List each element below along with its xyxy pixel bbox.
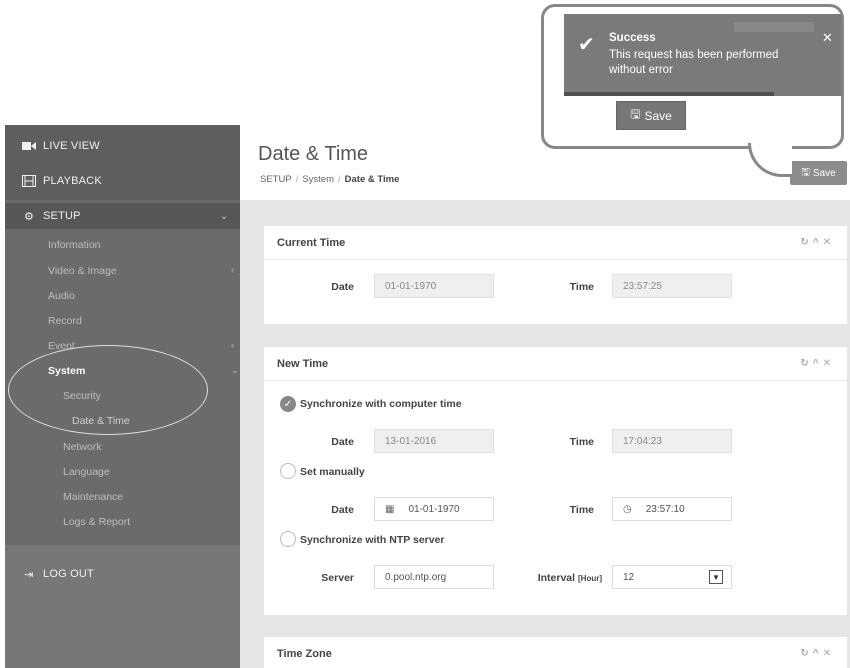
date-label: Date xyxy=(331,281,354,293)
close-icon[interactable]: ✕ xyxy=(822,30,833,46)
chevron-down-icon: ▼ xyxy=(709,570,723,584)
nav-setup[interactable]: ⚙ SETUP ⌄ xyxy=(5,203,240,229)
floppy-disk-icon: 🖫 xyxy=(801,166,810,178)
date-label: Date xyxy=(331,504,354,516)
panel-tools: ↻^✕ xyxy=(800,648,835,659)
toast-progress-bar xyxy=(564,92,774,96)
page-title: Date & Time xyxy=(258,143,369,165)
chevron-down-icon: ⌄ xyxy=(231,365,239,375)
chevron-left-icon: ‹ xyxy=(231,265,234,275)
sync-ntp-label: Synchronize with NTP server xyxy=(300,534,445,546)
breadcrumb-setup[interactable]: SETUP xyxy=(260,174,292,185)
main-content: Date & Time SETUP / System / Date & Time 🖫 S… xyxy=(240,125,850,668)
refresh-icon[interactable]: ↻ xyxy=(800,648,812,659)
collapse-icon[interactable]: ^ xyxy=(813,237,823,248)
panel-title: Current Time xyxy=(277,236,346,249)
chevron-left-icon: ‹ xyxy=(231,340,234,350)
breadcrumb-current: Date & Time xyxy=(344,174,400,185)
manual-date-input[interactable]: ▦ 01-01-1970 xyxy=(374,497,494,521)
collapse-icon[interactable]: ^ xyxy=(813,358,823,369)
sidebar-item-audio[interactable]: Audio xyxy=(48,290,75,302)
panel-header: Current Time ↻^✕ xyxy=(264,226,847,260)
checkmark-icon: ✔ xyxy=(578,34,595,56)
collapse-icon[interactable]: ^ xyxy=(813,648,823,659)
sidebar-item-maintenance[interactable]: Maintenance xyxy=(63,491,123,503)
nav-playback-label: PLAYBACK xyxy=(43,175,102,187)
ntp-server-input[interactable]: 0.pool.ntp.org xyxy=(374,565,494,589)
sidebar-item-information[interactable]: Information xyxy=(48,239,101,251)
toast-title: Success xyxy=(609,32,656,44)
refresh-icon[interactable]: ↻ xyxy=(800,358,812,369)
interval-select[interactable]: 12 ▼ xyxy=(612,565,732,589)
panel-header: New Time ↻^✕ xyxy=(264,347,847,381)
panel-header: Time Zone ↻^✕ xyxy=(264,637,847,668)
success-toast: ✔ Success This request has been performe… xyxy=(564,14,842,96)
chevron-down-icon: ⌄ xyxy=(220,210,228,221)
breadcrumb: SETUP / System / Date & Time xyxy=(260,174,400,185)
callout-save-button[interactable]: 🖫 Save xyxy=(616,101,686,130)
time-zone-panel: Time Zone ↻^✕ xyxy=(264,637,847,668)
floppy-disk-icon: 🖫 xyxy=(630,107,641,121)
nav-live-view[interactable]: LIVE VIEW xyxy=(5,133,240,159)
sidebar-item-record[interactable]: Record xyxy=(48,315,82,327)
time-label: Time xyxy=(569,281,594,293)
panel-tools: ↻^✕ xyxy=(800,358,835,369)
sidebar-item-network[interactable]: Network xyxy=(63,441,102,453)
calendar-icon: ▦ xyxy=(385,503,395,515)
current-time-panel: Current Time ↻^✕ Date 01-01-1970 Time 23… xyxy=(264,226,847,324)
set-manually-label: Set manually xyxy=(300,466,365,478)
gears-icon: ⚙ xyxy=(23,210,35,223)
close-icon[interactable]: ✕ xyxy=(823,237,835,248)
nav-live-view-label: LIVE VIEW xyxy=(43,140,100,152)
save-button-label: Save xyxy=(812,167,836,179)
refresh-icon[interactable]: ↻ xyxy=(800,237,812,248)
interval-label: Interval [Hour] xyxy=(537,572,602,584)
clock-icon: ◷ xyxy=(623,503,632,515)
current-time-field: 23:57:25 xyxy=(612,274,732,298)
sync-time-field: 17:04:23 xyxy=(612,429,732,453)
current-date-field: 01-01-1970 xyxy=(374,274,494,298)
sync-ntp-radio[interactable] xyxy=(280,531,296,547)
film-icon xyxy=(21,175,37,187)
nav-logout[interactable]: ⇥ LOG OUT xyxy=(5,561,240,587)
close-icon[interactable]: ✕ xyxy=(823,648,835,659)
set-manually-radio[interactable] xyxy=(280,463,296,479)
panel-tools: ↻^✕ xyxy=(800,237,835,248)
video-camera-icon xyxy=(21,140,37,152)
manual-time-value: 23:57:10 xyxy=(645,503,685,515)
sidebar-item-logs-report[interactable]: Logs & Report xyxy=(63,516,130,528)
manual-date-value: 01-01-1970 xyxy=(408,503,460,515)
highlight-ellipse xyxy=(8,345,208,435)
nav-setup-label: SETUP xyxy=(43,210,81,222)
close-icon[interactable]: ✕ xyxy=(823,358,835,369)
date-label: Date xyxy=(331,436,354,448)
panel-title: Time Zone xyxy=(277,648,332,660)
toast-message: This request has been performed without … xyxy=(609,49,779,76)
new-time-panel: New Time ↻^✕ ✓ Synchronize with computer… xyxy=(264,347,847,615)
save-button[interactable]: 🖫 Save xyxy=(790,161,847,185)
nav-logout-label: LOG OUT xyxy=(43,568,94,580)
sync-date-field: 13-01-2016 xyxy=(374,429,494,453)
sync-computer-radio[interactable]: ✓ xyxy=(280,396,296,412)
nav-playback[interactable]: PLAYBACK xyxy=(5,168,240,194)
sidebar-item-language[interactable]: Language xyxy=(63,466,110,478)
interval-value: 12 xyxy=(623,571,635,583)
toast-decoration xyxy=(734,22,814,32)
sign-out-icon: ⇥ xyxy=(24,568,34,581)
callout-save-label: Save xyxy=(644,108,672,123)
time-label: Time xyxy=(569,436,594,448)
panel-title: New Time xyxy=(277,357,329,370)
manual-time-input[interactable]: ◷ 23:57:10 xyxy=(612,497,732,521)
sidebar-item-video-image[interactable]: Video & Image xyxy=(48,265,117,277)
time-label: Time xyxy=(569,504,594,516)
server-label: Server xyxy=(321,572,354,584)
sync-computer-label: Synchronize with computer time xyxy=(300,398,462,410)
breadcrumb-system[interactable]: System xyxy=(302,174,334,185)
